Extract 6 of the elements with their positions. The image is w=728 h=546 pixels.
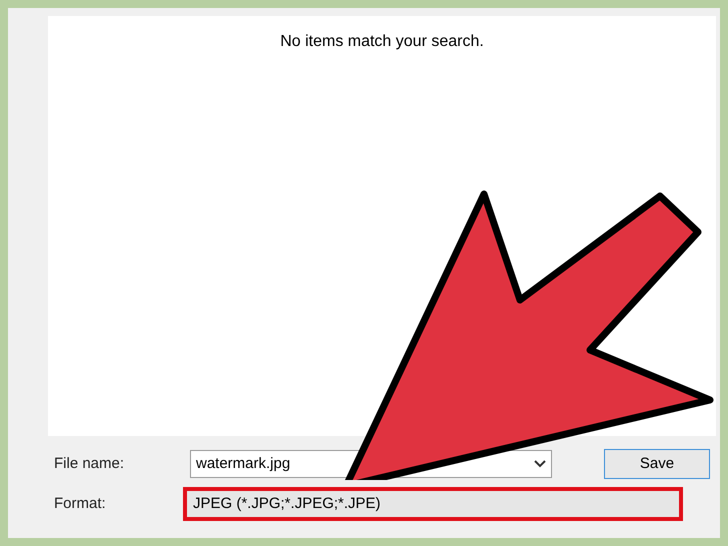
file-name-label: File name:	[53, 454, 126, 474]
save-button[interactable]: Save	[604, 449, 710, 479]
format-label: Format:	[53, 494, 107, 514]
empty-message: No items match your search.	[280, 32, 484, 52]
chevron-icon	[534, 460, 546, 468]
format-field[interactable]: JPEG (*.JPG;*.JPEG;*.JPE)	[183, 487, 683, 521]
